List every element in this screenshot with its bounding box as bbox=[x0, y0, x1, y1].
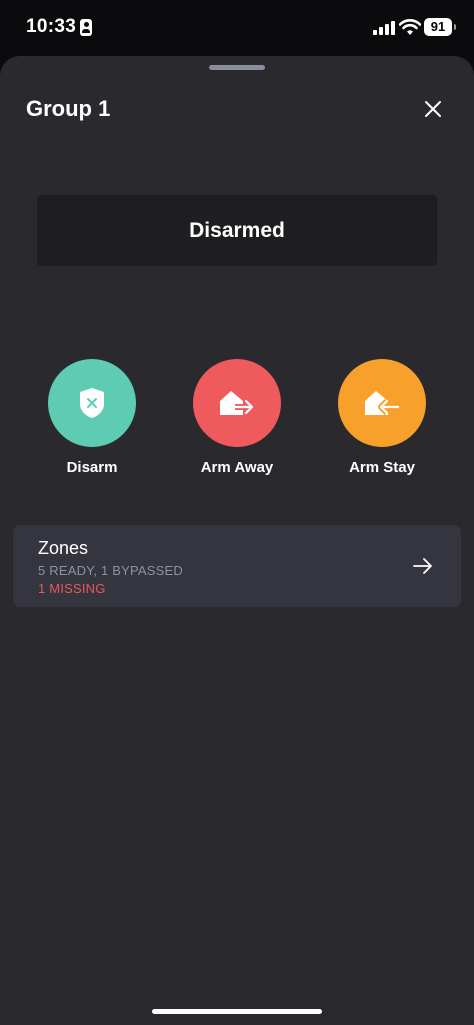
wifi-icon bbox=[399, 19, 421, 35]
security-status-card: Disarmed bbox=[37, 195, 437, 266]
shield-x-icon bbox=[80, 388, 104, 418]
arm-stay-button[interactable]: Arm Stay bbox=[322, 359, 442, 489]
sheet-grabber[interactable] bbox=[209, 65, 265, 70]
security-status-label: Disarmed bbox=[189, 219, 285, 242]
group-sheet: Group 1 Disarmed Disarm Arm Away Arm Sta… bbox=[0, 56, 474, 1025]
disarm-label: Disarm bbox=[66, 459, 118, 476]
arrow-right-icon[interactable] bbox=[411, 554, 435, 578]
sheet-title: Group 1 bbox=[26, 96, 111, 121]
arm-away-label: Arm Away bbox=[200, 459, 274, 476]
arm-stay-label: Arm Stay bbox=[349, 459, 415, 476]
close-button[interactable] bbox=[418, 94, 448, 124]
id-card-icon bbox=[80, 19, 92, 36]
status-time: 10:33 bbox=[26, 16, 77, 37]
close-icon bbox=[425, 101, 441, 117]
house-arrow-out-icon bbox=[220, 391, 255, 416]
signal-icon bbox=[373, 20, 395, 35]
arm-away-circle[interactable] bbox=[193, 359, 281, 447]
disarm-circle[interactable] bbox=[48, 359, 136, 447]
home-indicator[interactable] bbox=[152, 1009, 322, 1014]
zones-summary: 5 READY, 1 BYPASSED bbox=[38, 563, 183, 578]
disarm-button[interactable]: Disarm bbox=[32, 359, 152, 489]
battery-icon: 91 bbox=[424, 18, 456, 36]
zones-missing: 1 MISSING bbox=[38, 581, 106, 596]
zones-title: Zones bbox=[38, 538, 89, 558]
status-bar: 10:33 91 bbox=[0, 0, 474, 56]
house-arrow-in-icon bbox=[365, 391, 400, 416]
arm-away-button[interactable]: Arm Away bbox=[177, 359, 297, 489]
zones-row[interactable]: Zones 5 READY, 1 BYPASSED 1 MISSING bbox=[13, 525, 461, 607]
arm-stay-circle[interactable] bbox=[338, 359, 426, 447]
